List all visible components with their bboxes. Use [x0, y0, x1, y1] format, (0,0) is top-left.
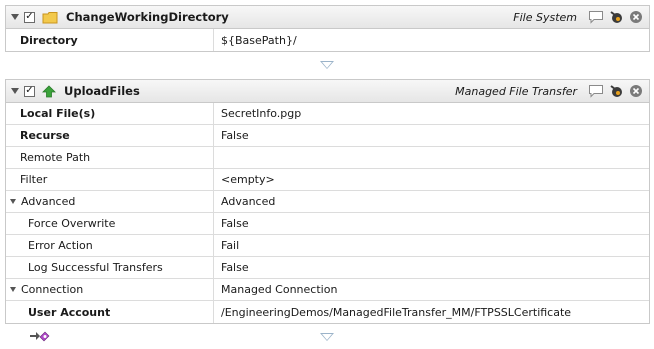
property-group-label[interactable]: Connection: [6, 279, 214, 300]
property-group-advanced[interactable]: Advanced Advanced: [6, 191, 649, 213]
comment-icon[interactable]: [588, 84, 604, 98]
breakpoint-icon[interactable]: [609, 84, 624, 99]
close-icon[interactable]: [629, 10, 643, 24]
property-value: Managed Connection: [221, 283, 338, 296]
expand-triangle-icon[interactable]: [10, 199, 16, 204]
property-value[interactable]: False: [214, 213, 249, 234]
property-label: Force Overwrite: [6, 213, 214, 234]
flow-connector-arrow: [320, 333, 334, 341]
property-label: Recurse: [6, 125, 214, 146]
property-value[interactable]: False: [214, 257, 249, 278]
property-row-force-overwrite[interactable]: Force Overwrite False: [6, 213, 649, 235]
property-row-recurse[interactable]: Recurse False: [6, 125, 649, 147]
property-value[interactable]: /EngineeringDemos/ManagedFileTransfer_MM…: [214, 301, 571, 323]
property-value[interactable]: Fail: [214, 235, 239, 256]
property-value[interactable]: <empty>: [214, 169, 275, 190]
action-category: File System: [513, 10, 577, 24]
property-label: Directory: [6, 29, 214, 51]
property-label: Local File(s): [6, 103, 214, 124]
breakpoint-icon[interactable]: [609, 10, 624, 25]
upload-arrow-icon: [42, 84, 56, 98]
property-label: Log Successful Transfers: [6, 257, 214, 278]
action-block-changeworkingdirectory: ✓ ChangeWorkingDirectory File System Dir…: [5, 5, 650, 52]
property-value[interactable]: False: [214, 125, 249, 146]
property-row-filter[interactable]: Filter <empty>: [6, 169, 649, 191]
property-value[interactable]: SecretInfo.pgp: [214, 103, 301, 124]
property-group-label[interactable]: Advanced: [6, 191, 214, 212]
property-row-local-files[interactable]: Local File(s) SecretInfo.pgp: [6, 103, 649, 125]
collapse-arrow-icon[interactable]: [11, 88, 19, 94]
group-label-text: Advanced: [21, 195, 76, 208]
property-value[interactable]: [214, 147, 221, 168]
property-label: Remote Path: [6, 147, 214, 168]
action-category: Managed File Transfer: [455, 84, 577, 98]
comment-icon[interactable]: [588, 10, 604, 24]
property-label: Error Action: [6, 235, 214, 256]
collapse-arrow-icon[interactable]: [11, 14, 19, 20]
property-value[interactable]: ${BasePath}/: [214, 29, 297, 51]
action-enabled-checkbox[interactable]: ✓: [24, 85, 35, 97]
action-title: ChangeWorkingDirectory: [66, 10, 229, 24]
flow-connector-arrow: [320, 61, 334, 69]
action-header: ✓ UploadFiles Managed File Transfer: [6, 80, 649, 103]
expand-triangle-icon[interactable]: [10, 287, 16, 292]
folder-icon: [42, 11, 58, 24]
property-label: User Account: [6, 301, 214, 323]
property-row-log-successful-transfers[interactable]: Log Successful Transfers False: [6, 257, 649, 279]
action-block-uploadfiles: ✓ UploadFiles Managed File Transfer Loca…: [5, 79, 650, 324]
property-row-directory[interactable]: Directory ${BasePath}/: [6, 29, 649, 51]
action-header: ✓ ChangeWorkingDirectory File System: [6, 6, 649, 29]
group-label-text: Connection: [21, 283, 84, 296]
property-value: Advanced: [221, 195, 276, 208]
property-group-connection[interactable]: Connection Managed Connection: [6, 279, 649, 301]
close-icon[interactable]: [629, 84, 643, 98]
property-label: Filter: [6, 169, 214, 190]
add-action-icon[interactable]: [28, 329, 50, 345]
property-row-user-account[interactable]: User Account /EngineeringDemos/ManagedFi…: [6, 301, 649, 323]
property-row-remote-path[interactable]: Remote Path: [6, 147, 649, 169]
action-enabled-checkbox[interactable]: ✓: [24, 11, 35, 23]
property-row-error-action[interactable]: Error Action Fail: [6, 235, 649, 257]
action-title: UploadFiles: [64, 84, 140, 98]
